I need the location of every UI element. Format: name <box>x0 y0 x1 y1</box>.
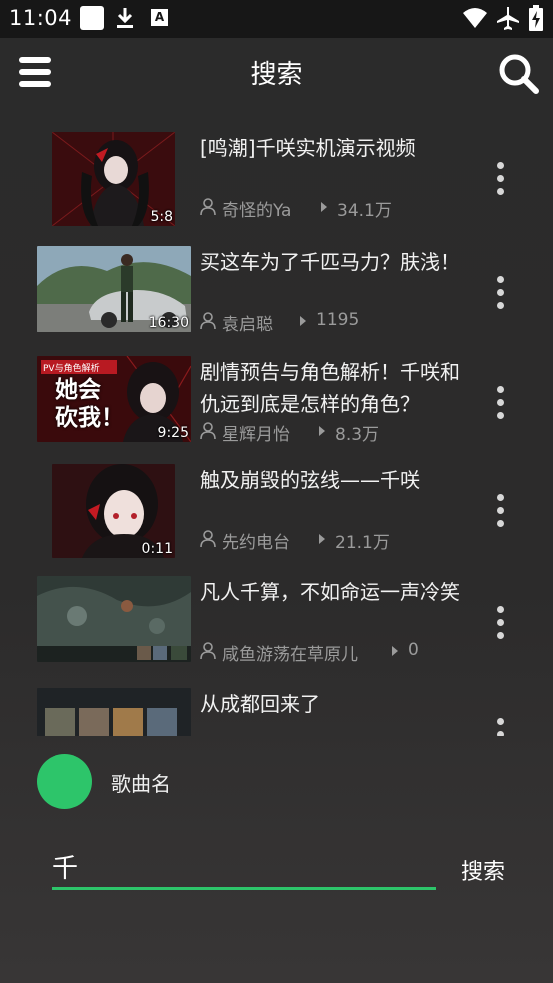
video-title: 买这车为了千匹马力？肤浅！ <box>200 250 460 274</box>
video-views: 8.3万 <box>335 425 380 445</box>
video-author: 奇怪的Ya <box>222 201 292 221</box>
status-time: 11:04 <box>9 6 73 30</box>
video-duration: 0:11 <box>141 541 173 557</box>
play-count-icon <box>300 316 306 326</box>
thumbnail-caption: PV与角色解析 <box>43 364 100 374</box>
song-name: 歌曲名 <box>111 772 171 796</box>
app-bar: 搜索 <box>0 38 553 106</box>
video-thumbnail: 5:8 <box>52 132 175 226</box>
play-count-icon <box>319 534 325 544</box>
video-thumbnail: 0:11 <box>52 464 175 558</box>
video-author: 袁启聪 <box>222 315 273 335</box>
play-count-icon <box>321 202 327 212</box>
video-duration: 5:8 <box>150 209 173 225</box>
more-options-icon[interactable] <box>495 162 507 196</box>
video-views: 1195 <box>316 310 360 330</box>
more-options-icon[interactable] <box>495 386 507 420</box>
video-title: 从成都回来了 <box>200 692 320 716</box>
list-item[interactable]: 从成都回来了 <box>0 674 553 736</box>
battery-charging-icon <box>529 5 543 31</box>
list-item[interactable]: 5:8 [鸣潮]千咲实机演示视频 奇怪的Ya 34.1万 <box>0 118 553 228</box>
play-count-icon <box>319 426 325 436</box>
white-square-icon <box>80 6 104 30</box>
search-input[interactable] <box>52 846 436 890</box>
wifi-icon <box>463 8 487 28</box>
play-count-icon <box>392 646 398 656</box>
user-icon <box>200 530 216 548</box>
search-icon[interactable] <box>497 52 539 94</box>
user-icon <box>200 312 216 330</box>
video-result-list[interactable]: 5:8 [鸣潮]千咲实机演示视频 奇怪的Ya 34.1万 16:30 买这车为了… <box>0 118 553 736</box>
list-item[interactable]: 0:11 触及崩毁的弦线——千咲 先约电台 21.1万 <box>0 450 553 560</box>
video-thumbnail: 16:30 <box>37 246 191 332</box>
user-icon <box>200 642 216 660</box>
a-badge-icon: A <box>151 9 168 26</box>
video-duration: 16:30 <box>148 315 189 331</box>
list-item[interactable]: PV与角色解析 她会 砍我！ 9:25 剧情预告与角色解析！千咲和仇远到底是怎样… <box>0 342 553 452</box>
video-views: 34.1万 <box>337 201 392 221</box>
thumbnail-caption: 砍我！ <box>55 405 124 431</box>
user-icon <box>200 422 216 440</box>
video-title: 剧情预告与角色解析！千咲和仇远到底是怎样的角色？ <box>200 360 460 416</box>
video-thumbnail: PV与角色解析 她会 砍我！ 9:25 <box>37 356 191 442</box>
more-options-icon[interactable] <box>495 718 507 736</box>
video-title: [鸣潮]千咲实机演示视频 <box>200 136 416 160</box>
video-views: 0 <box>408 640 419 660</box>
page-title: 搜索 <box>250 60 303 90</box>
list-item[interactable]: 凡人千算，不如命运一声冷笑 咸鱼游荡在草原儿 0 <box>0 562 553 672</box>
status-bar: 11:04 A <box>0 0 553 38</box>
more-options-icon[interactable] <box>495 606 507 640</box>
search-button[interactable]: 搜索 <box>450 852 516 888</box>
video-title: 触及崩毁的弦线——千咲 <box>200 468 420 492</box>
search-bar: 搜索 <box>0 840 553 900</box>
more-options-icon[interactable] <box>495 276 507 310</box>
video-thumbnail <box>37 576 191 662</box>
video-duration: 9:25 <box>157 425 189 441</box>
more-options-icon[interactable] <box>495 494 507 528</box>
video-thumbnail <box>37 688 191 736</box>
download-icon <box>117 8 133 28</box>
video-title: 凡人千算，不如命运一声冷笑 <box>200 580 460 604</box>
user-icon <box>200 198 216 216</box>
mini-player[interactable]: 歌曲名 <box>0 736 553 826</box>
video-views: 21.1万 <box>335 533 390 553</box>
video-author: 星辉月怡 <box>222 425 290 445</box>
video-author: 咸鱼游荡在草原儿 <box>222 645 358 665</box>
video-author: 先约电台 <box>222 533 290 553</box>
list-item[interactable]: 16:30 买这车为了千匹马力？肤浅！ 袁启聪 1195 <box>0 232 553 342</box>
airplane-icon <box>497 7 519 30</box>
album-cover[interactable] <box>37 754 92 809</box>
thumbnail-caption: 她会 <box>55 377 101 403</box>
